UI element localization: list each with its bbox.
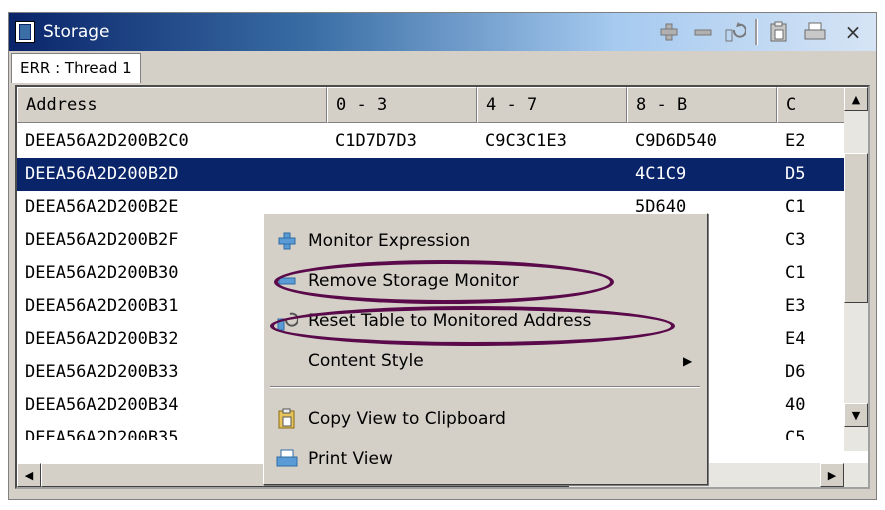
arrow-left-icon: ◀ <box>24 468 34 482</box>
scroll-up-button[interactable]: ▲ <box>844 87 868 111</box>
storage-icon <box>15 21 35 43</box>
title-bar: Storage × <box>9 13 876 51</box>
table-row-selected[interactable]: DEEA56A2D200B2D 4C1C9 D5 <box>17 158 857 191</box>
value-cell: 4C1C9 <box>635 164 687 184</box>
value-cell <box>477 158 627 191</box>
arrow-up-icon: ▲ <box>851 92 861 106</box>
menu-item-label: Copy View to Clipboard <box>308 409 506 429</box>
address-cell: DEEA56A2D200B2D <box>25 164 179 184</box>
add-monitor-icon <box>278 232 296 250</box>
address-cell: DEEA56A2D200B2C0 <box>25 131 189 151</box>
toolbar-separator <box>755 19 758 45</box>
storage-view: Storage × ERR: Thread 1 Address 0 - 3 4… <box>0 0 885 510</box>
add-monitor-button[interactable] <box>655 19 683 45</box>
value-cell <box>327 158 477 191</box>
column-header-address[interactable]: Address <box>17 87 327 123</box>
arrow-down-icon: ▼ <box>851 408 861 422</box>
vertical-scrollbar[interactable]: ▲ ▼ <box>844 87 868 451</box>
menu-separator <box>270 386 700 388</box>
menu-item-content-style[interactable]: Content Style ▶ <box>266 342 703 380</box>
reset-icon <box>725 22 746 42</box>
menu-item-copy-view[interactable]: Copy View to Clipboard <box>266 400 703 438</box>
print-icon <box>804 22 826 40</box>
column-header-0-3[interactable]: 0 - 3 <box>327 87 477 123</box>
add-monitor-icon <box>660 23 678 41</box>
scroll-left-button[interactable]: ◀ <box>17 463 41 487</box>
menu-item-label: Monitor Expression <box>308 231 471 251</box>
table-row[interactable]: DEEA56A2D200B2C0 C1D7D7D3 C9C3C1E3 C9D6D… <box>17 125 857 158</box>
context-menu: Monitor Expression Remove Storage Monito… <box>263 213 708 485</box>
copy-icon <box>770 21 787 42</box>
column-header-4-7[interactable]: 4 - 7 <box>477 87 627 123</box>
submenu-arrow-icon: ▶ <box>683 354 693 368</box>
tab-strip: ERR : Thread 1 <box>9 51 876 83</box>
close-button[interactable]: × <box>839 19 867 45</box>
value-cell: C9D6D540 <box>635 131 717 151</box>
print-icon <box>276 449 298 467</box>
tab-err-thread[interactable]: ERR : Thread 1 <box>11 53 141 83</box>
scroll-right-button[interactable]: ▶ <box>820 463 844 487</box>
scroll-down-button[interactable]: ▼ <box>844 403 868 427</box>
menu-item-monitor-expression[interactable]: Monitor Expression <box>266 222 703 260</box>
remove-monitor-icon <box>694 29 712 36</box>
highlight-ellipse-remove <box>274 260 614 304</box>
copy-button[interactable] <box>765 19 793 45</box>
arrow-right-icon: ▶ <box>827 468 837 482</box>
column-header-8-b[interactable]: 8 - B <box>627 87 777 123</box>
value-cell: C1D7D7D3 <box>335 131 417 151</box>
remove-monitor-button[interactable] <box>689 19 717 45</box>
highlight-ellipse-reset <box>270 306 675 346</box>
storage-window: Storage × ERR: Thread 1 Address 0 - 3 4… <box>8 12 877 500</box>
reset-button[interactable] <box>721 19 749 45</box>
copy-icon <box>278 408 295 429</box>
menu-item-label: Content Style <box>308 351 424 371</box>
menu-item-print-view[interactable]: Print View <box>266 440 703 478</box>
vertical-scroll-thumb[interactable] <box>844 153 868 303</box>
table-header: Address 0 - 3 4 - 7 8 - B C <box>17 87 857 125</box>
value-cell: C9C3C1E3 <box>485 131 567 151</box>
menu-item-label: Print View <box>308 449 393 469</box>
print-button[interactable] <box>801 19 829 45</box>
window-title: Storage <box>43 22 110 42</box>
